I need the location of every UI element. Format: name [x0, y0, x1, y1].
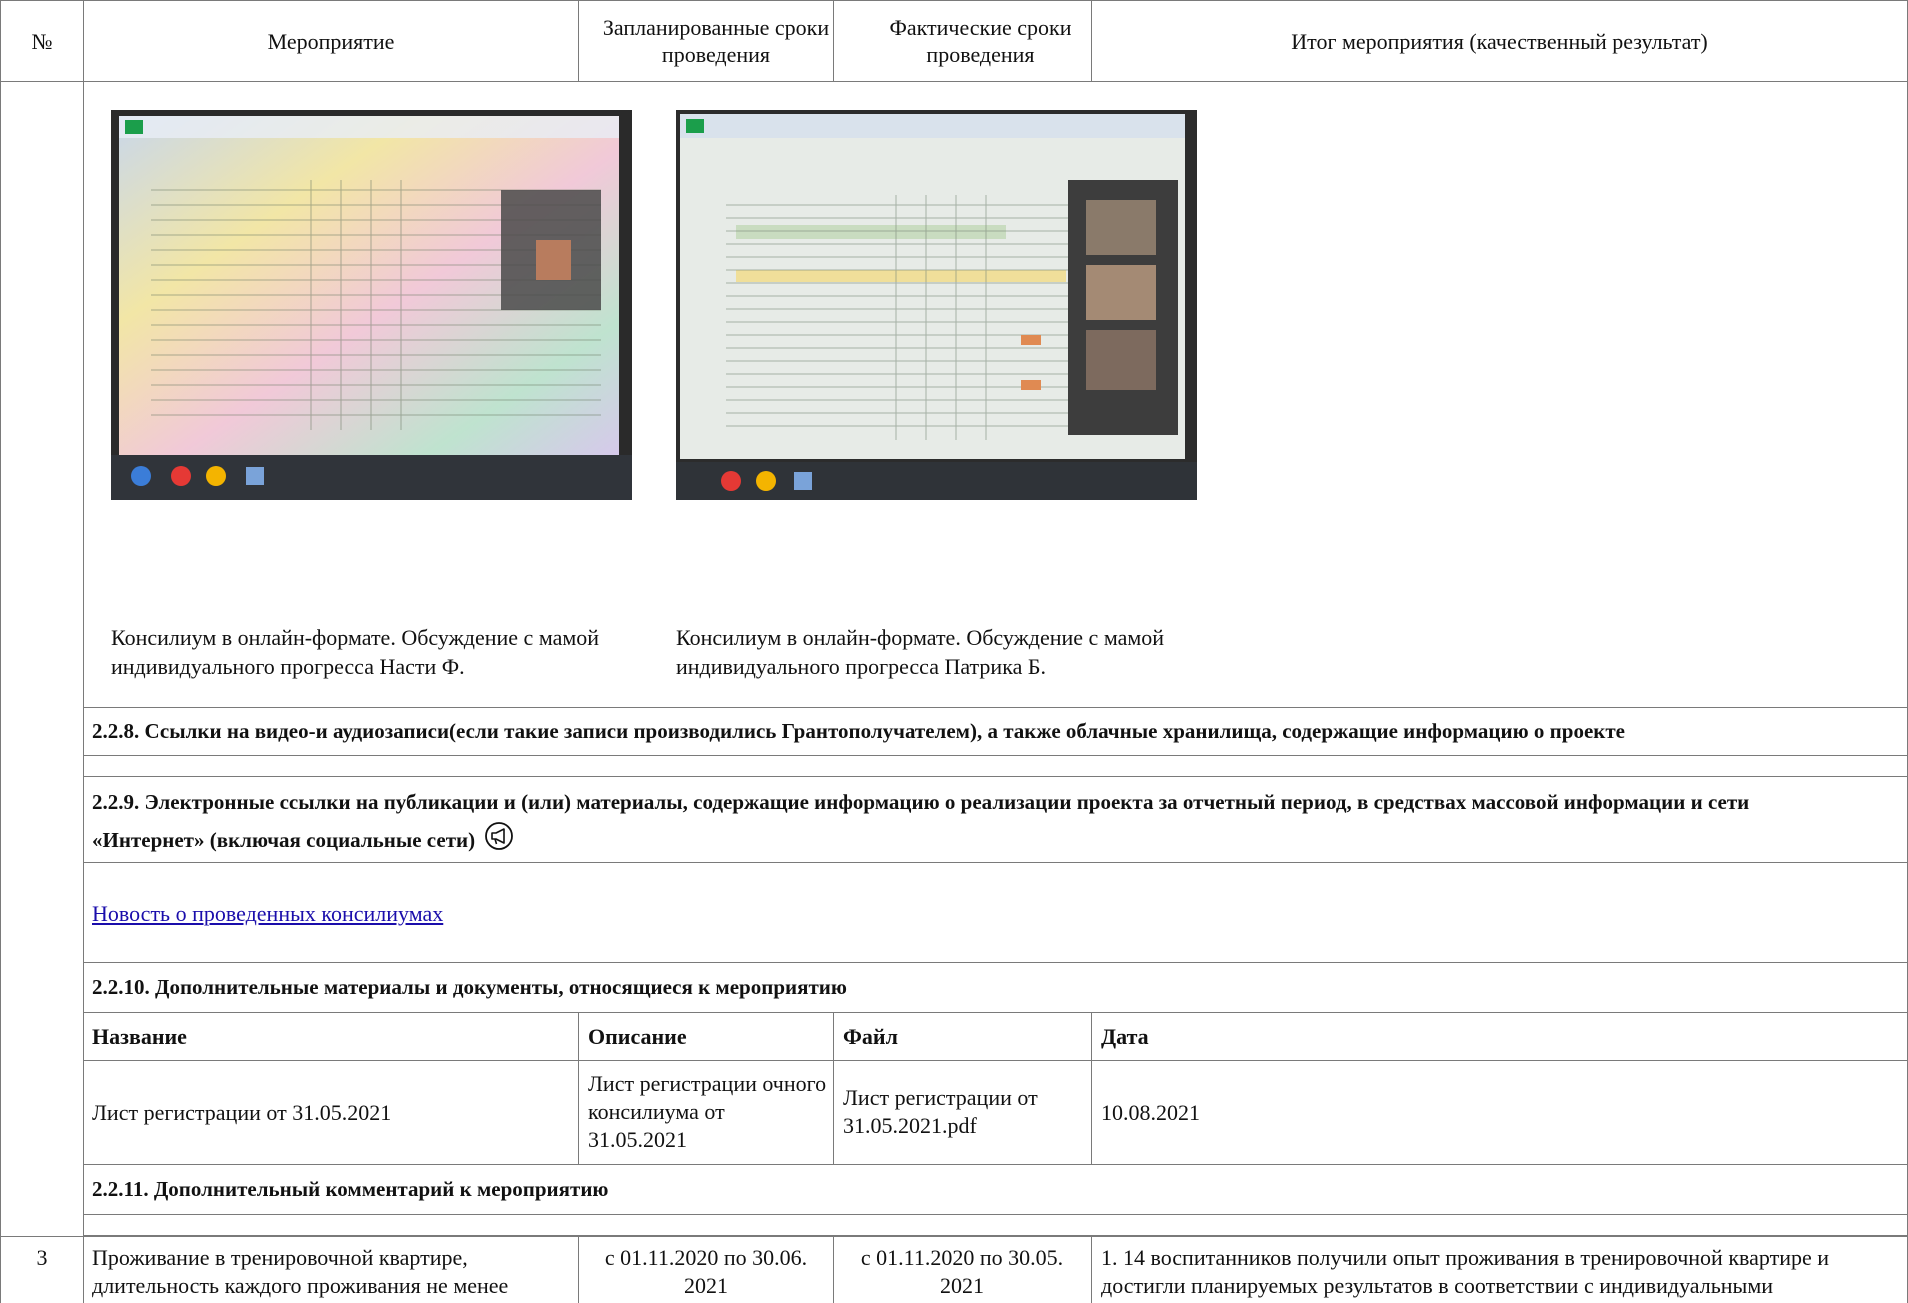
- col-divider-num: [83, 0, 84, 1303]
- border-left: [0, 0, 1, 1303]
- docs-divider-3: [1091, 1012, 1092, 1165]
- caption-photo-2: Консилиум в онлайн-формате. Обсуждение с…: [676, 625, 1165, 679]
- news-link-container: Новость о проведенных консилиумах: [92, 900, 443, 928]
- doc-name: Лист регистрации от 31.05.2021: [92, 1100, 392, 1125]
- section-229-title: 2.2.9. Электронные ссылки на публикации …: [92, 783, 1792, 863]
- photo-nastya-consultation: [111, 110, 632, 500]
- header-actual: Фактические сроки проведения: [889, 15, 1072, 67]
- line-229-top: [83, 776, 1908, 777]
- header-result: Итог мероприятия (качественный результат…: [1291, 28, 1708, 54]
- docs-header-file: Файл: [843, 1024, 898, 1049]
- header-planned: Запланированные сроки проведения: [602, 15, 830, 67]
- docs-divider-2: [833, 1012, 834, 1165]
- docs-divider-1: [578, 1012, 579, 1165]
- section-229-text: 2.2.9. Электронные ссылки на публикации …: [92, 790, 1750, 852]
- line-2211-bottom: [83, 1214, 1908, 1215]
- header-bottom-line: [0, 81, 1908, 82]
- row3-actual: с 01.11.2020 по 30.05. 2021: [860, 1245, 1064, 1298]
- doc-description: Лист регистрации очного консилиума от 31…: [588, 1071, 827, 1152]
- row3-divider-2: [833, 1236, 834, 1303]
- row3-top-line: [0, 1236, 1908, 1237]
- header-event: Мероприятие: [267, 28, 395, 54]
- section-228-title: 2.2.8. Ссылки на видео-и аудиозаписи(есл…: [92, 719, 1625, 743]
- caption-photo-1: Консилиум в онлайн-формате. Обсуждение с…: [111, 625, 600, 679]
- doc-file[interactable]: Лист регистрации от 31.05.2021.pdf: [843, 1084, 1083, 1140]
- megaphone-icon: [484, 821, 514, 863]
- header-num: №: [31, 28, 53, 54]
- news-link[interactable]: Новость о проведенных консилиумах: [92, 901, 443, 926]
- line-docs-header-top: [83, 1012, 1908, 1013]
- line-228-top: [83, 707, 1908, 708]
- row3-num: 3: [36, 1245, 48, 1270]
- line-docs-header-bottom: [83, 1060, 1908, 1061]
- section-2211-title: 2.2.11. Дополнительный комментарий к мер…: [92, 1177, 609, 1201]
- section-2210-title: 2.2.10. Дополнительные материалы и докум…: [92, 975, 847, 999]
- docs-header-name: Название: [92, 1024, 187, 1049]
- photo-patrick-consultation: [676, 110, 1197, 500]
- line-2210-top: [83, 962, 1908, 963]
- line-228-bottom: [83, 755, 1908, 756]
- row3-divider-1: [578, 1236, 579, 1303]
- docs-header-date: Дата: [1101, 1024, 1149, 1049]
- row3-event: Проживание в тренировочной квартире, дли…: [92, 1245, 509, 1298]
- docs-header-desc: Описание: [588, 1024, 687, 1049]
- row3-result: 1. 14 воспитанников получили опыт прожив…: [1101, 1245, 1830, 1298]
- row3-divider-3: [1091, 1236, 1092, 1303]
- line-2211-top: [83, 1164, 1908, 1165]
- row3-planned: с 01.11.2020 по 30.06. 2021: [604, 1245, 808, 1298]
- doc-date: 10.08.2021: [1101, 1100, 1200, 1125]
